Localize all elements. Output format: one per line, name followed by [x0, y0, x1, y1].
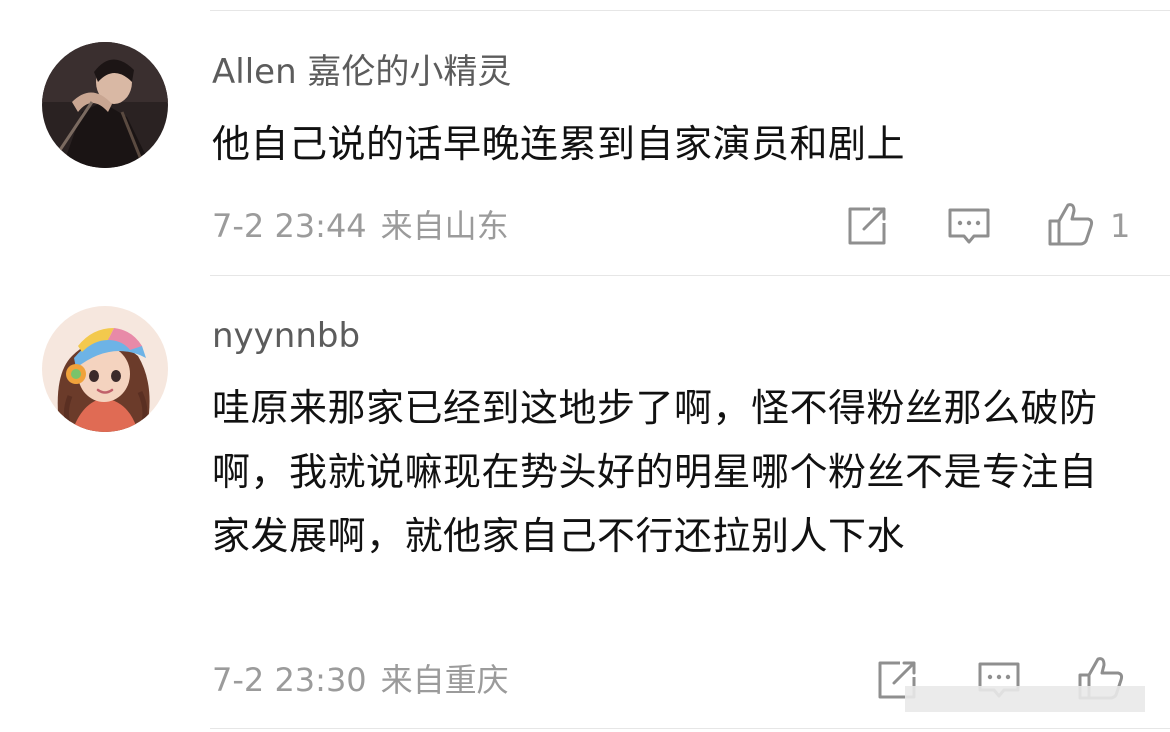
- comment-location: 来自山东: [380, 207, 509, 245]
- comment-location: 来自重庆: [380, 661, 509, 699]
- cartoon-girl-headphones-avatar-icon: [42, 306, 168, 432]
- comment-text: 哇原来那家已经到这地步了啊，怪不得粉丝那么破防啊，我就说嘛现在势头好的明星哪个粉…: [212, 386, 1098, 558]
- top-divider: [210, 10, 1170, 11]
- like-count: 1: [1110, 207, 1131, 245]
- male-portrait-avatar-icon: [42, 42, 168, 168]
- comment-meta: 7-2 23:30 来自重庆: [212, 660, 523, 700]
- avatar[interactable]: [42, 306, 168, 432]
- comment-divider: [210, 275, 1170, 276]
- comment-text: 他自己说的话早晚连累到自家演员和剧上: [212, 122, 906, 166]
- share-icon: [848, 207, 886, 245]
- avatar[interactable]: [42, 42, 168, 168]
- reply-button[interactable]: [944, 201, 994, 251]
- thumbs-up-icon: [1048, 203, 1094, 246]
- comment-icon: [948, 208, 990, 244]
- username[interactable]: Allen 嘉伦的小精灵: [212, 52, 511, 92]
- comment-date: 7-2 23:44: [212, 207, 367, 245]
- bottom-divider: [210, 728, 1170, 729]
- comment-date: 7-2 23:30: [212, 661, 367, 699]
- like-button[interactable]: [1046, 199, 1096, 249]
- username[interactable]: nyynnbb: [212, 316, 360, 356]
- watermark: [905, 686, 1145, 712]
- comment-meta: 7-2 23:44 来自山东: [212, 206, 523, 246]
- share-button[interactable]: [842, 201, 892, 251]
